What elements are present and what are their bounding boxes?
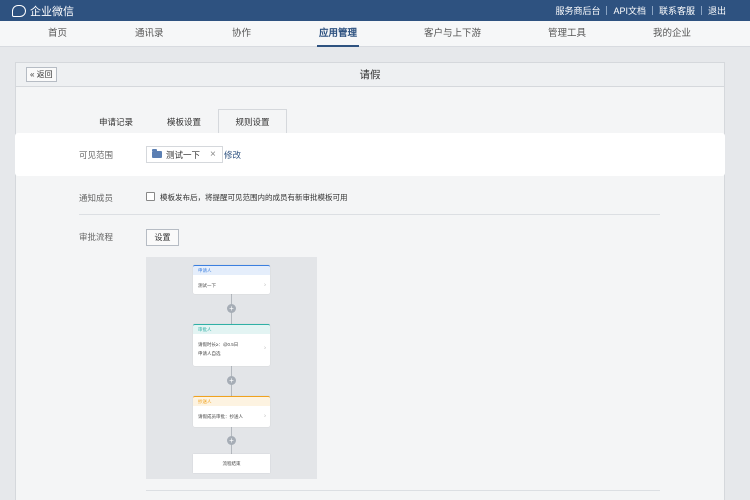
node-header: 抄送人 [193,397,270,406]
node-header: 申请人 [193,266,270,275]
panel-header: « 返回 请假 [16,63,724,87]
scope-chip-text: 测试一下 [166,149,201,160]
tab-records[interactable]: 申请记录 [99,116,133,128]
close-icon[interactable]: × [210,149,216,160]
divider [146,490,660,491]
api-docs-link[interactable]: API文档 [613,4,646,17]
content-panel: « 返回 请假 申请记录 模板设置 规则设置 [15,62,725,500]
flow-connector [231,294,232,454]
flow-settings-button[interactable]: 设置 [146,229,179,246]
node-body: 请假时长≥：@0.5日 申请人自选 › [193,334,270,364]
main-nav: 首页 通讯录 协作 应用管理 客户与上下游 管理工具 我的企业 [0,21,750,47]
nav-home[interactable]: 首页 [48,21,67,47]
app-logo[interactable]: 企业微信 [0,3,74,19]
nav-customers[interactable]: 客户与上下游 [424,21,481,47]
approval-flow-label: 审批流程 [79,232,114,242]
contact-support-link[interactable]: 联系客服 [659,4,695,17]
flow-node-approver[interactable]: 审批人 请假时长≥：@0.5日 申请人自选 › [193,324,270,366]
chat-bubble-icon [12,4,26,17]
add-node-icon[interactable]: + [227,376,236,385]
node-line: 测试一下 [198,283,216,288]
tab-bar: 申请记录 模板设置 规则设置 [80,109,660,135]
nav-app-management[interactable]: 应用管理 [316,21,360,47]
node-line: 请假成员审批：抄送人 [198,414,243,419]
notify-checkbox[interactable] [146,192,155,201]
add-node-icon[interactable]: + [227,304,236,313]
top-links: 服务商后台 API文档 联系客服 退出 [555,4,750,17]
nav-contacts[interactable]: 通讯录 [135,21,164,47]
flow-node-applicant[interactable]: 申请人 测试一下 › [193,265,270,294]
nav-management-tools[interactable]: 管理工具 [548,21,586,47]
nav-collaboration[interactable]: 协作 [232,21,251,47]
folder-icon [152,149,162,158]
chevron-right-icon: › [264,413,266,419]
node-line: 请假时长≥：@0.5日 [198,342,239,347]
tab-template-settings[interactable]: 模板设置 [167,116,201,128]
visible-scope-row: 可见范围 测试一下 × 修改 [15,133,725,176]
top-bar: 企业微信 服务商后台 API文档 联系客服 退出 [0,0,750,21]
divider [651,6,653,15]
logout-link[interactable]: 退出 [708,4,726,17]
nav-my-enterprise[interactable]: 我的企业 [653,21,691,47]
service-provider-link[interactable]: 服务商后台 [555,4,600,17]
divider [79,214,660,215]
flow-end-node: 流程结束 [193,454,270,473]
flow-node-cc[interactable]: 抄送人 请假成员审批：抄送人 › [193,396,270,427]
node-line: 申请人自选 [198,351,221,356]
approval-flow-diagram: 申请人 测试一下 › + 审批人 请假时长≥：@0.5日 申请人自选 › + 抄… [146,257,317,479]
add-node-icon[interactable]: + [227,436,236,445]
visible-scope-label: 可见范围 [79,150,114,160]
chevron-right-icon: › [264,345,266,352]
chevron-right-icon: › [264,282,266,288]
node-header: 审批人 [193,325,270,334]
notify-checkbox-text: 模板发布后，将提醒可见范围内的成员有新审批模板可用 [160,193,348,202]
edit-scope-link[interactable]: 修改 [224,149,241,161]
page-title: 请假 [359,69,381,81]
node-body: 测试一下 › [193,275,270,296]
app-name: 企业微信 [30,5,74,18]
tab-rule-settings[interactable]: 规则设置 [218,109,287,135]
divider [700,6,702,15]
node-body: 请假成员审批：抄送人 › [193,406,270,427]
divider [606,6,608,15]
notify-label: 通知成员 [79,193,114,203]
scope-chip: 测试一下 × [146,146,223,163]
